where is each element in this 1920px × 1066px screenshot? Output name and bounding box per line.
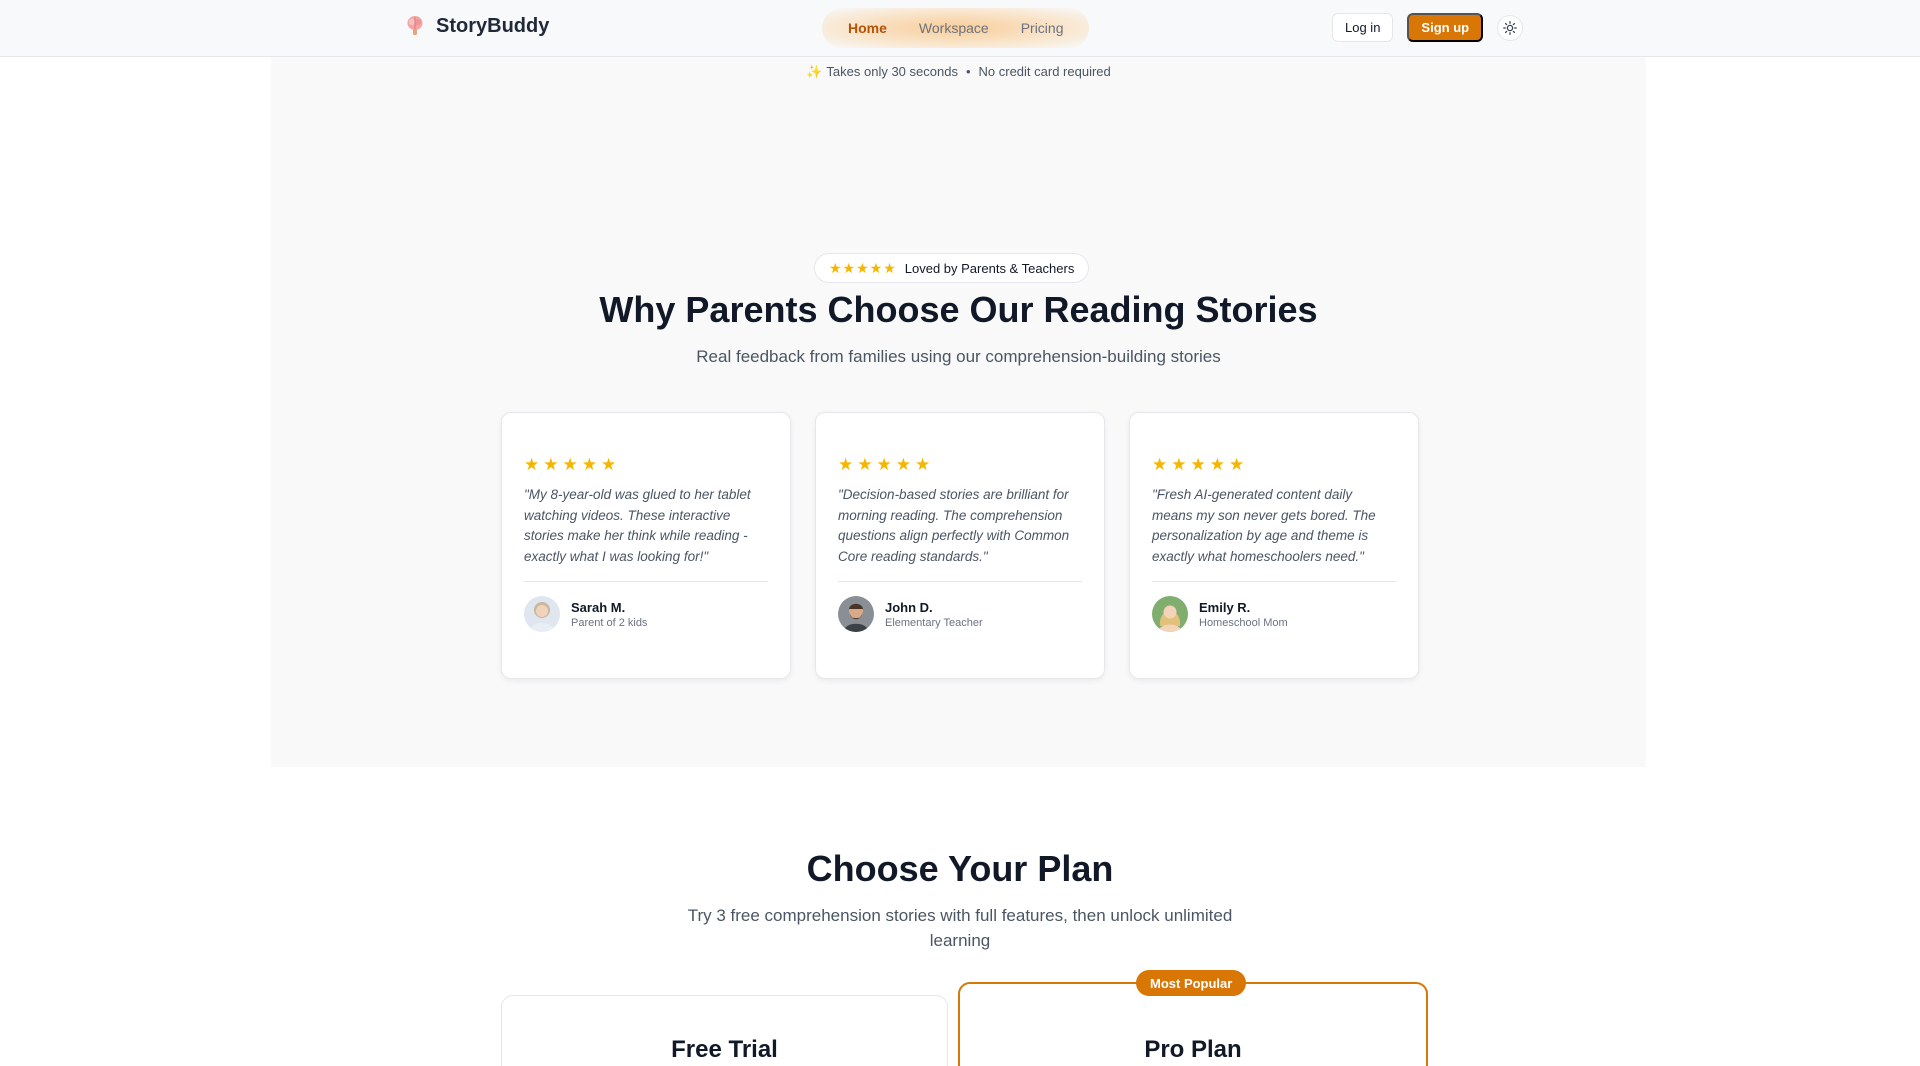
top-navbar: StoryBuddy Home Workspace Pricing Log in… — [0, 0, 1920, 57]
testimonials-title: Why Parents Choose Our Reading Stories — [599, 289, 1318, 330]
testimonial-card: ★★★★★ "Decision-based stories are brilli… — [815, 412, 1105, 679]
nav-home[interactable]: Home — [832, 20, 903, 36]
plan-name: Free Trial — [671, 1036, 778, 1063]
avatar — [1152, 596, 1188, 632]
star-rating-icons: ★★★★★ — [838, 455, 935, 474]
nav-workspace[interactable]: Workspace — [903, 20, 1005, 36]
nav-pricing[interactable]: Pricing — [1005, 20, 1080, 36]
signup-button[interactable]: Sign up — [1407, 13, 1484, 42]
most-popular-badge: Most Popular — [1136, 970, 1247, 996]
testimonials-section: ✨ Takes only 30 seconds • No credit card re… — [271, 57, 1646, 767]
star-rating-icons: ★★★★★ — [524, 455, 621, 474]
testimonial-cards: ★★★★★ "My 8-year-old was glued to her ta… — [501, 412, 1419, 679]
plan-card-pro: Most Popular Pro Plan — [958, 970, 1428, 1066]
star-rating-icons: ★★★★★ — [829, 259, 897, 276]
divider — [838, 581, 1082, 582]
rating-badge: ★★★★★ Loved by Parents & Teachers — [814, 253, 1090, 283]
sun-icon — [1503, 20, 1517, 35]
badge-text: Loved by Parents & Teachers — [904, 260, 1075, 276]
testimonial-card: ★★★★★ "My 8-year-old was glued to her ta… — [501, 412, 791, 679]
testimonial-author: Sarah M. Parent of 2 kids — [524, 596, 768, 632]
avatar — [838, 596, 874, 632]
author-role: Elementary Teacher — [885, 616, 983, 629]
note-text-2: No credit card required — [978, 64, 1111, 79]
note-separator: • — [965, 64, 971, 79]
header-actions: Log in Sign up — [1332, 13, 1524, 42]
brain-logo-icon — [407, 16, 423, 35]
testimonial-quote: "Decision-based stories are brilliant fo… — [838, 487, 1070, 564]
brand-name: StoryBuddy — [436, 14, 550, 37]
pricing-title: Choose Your Plan — [806, 848, 1114, 889]
theme-toggle-button[interactable] — [1497, 14, 1524, 41]
author-role: Homeschool Mom — [1199, 616, 1288, 629]
divider — [524, 581, 768, 582]
avatar — [524, 596, 560, 632]
testimonials-subtitle: Real feedback from families using our co… — [696, 347, 1221, 366]
testimonial-quote: "Fresh AI-generated content daily means … — [1152, 487, 1376, 564]
brand[interactable]: StoryBuddy — [404, 14, 549, 38]
author-role: Parent of 2 kids — [571, 616, 648, 629]
author-name: Emily R. — [1199, 599, 1251, 615]
testimonial-quote: "My 8-year-old was glued to her tablet w… — [524, 487, 751, 564]
star-rating-icons: ★★★★★ — [1152, 455, 1249, 474]
signup-note: ✨ Takes only 30 seconds • No credit card re… — [271, 64, 1646, 80]
sparkle-icon: ✨ — [806, 64, 823, 79]
testimonial-author: John D. Elementary Teacher — [838, 596, 1082, 632]
plan-card-free: Free Trial — [501, 995, 948, 1066]
author-name: John D. — [885, 599, 933, 615]
main-nav: Home Workspace Pricing — [822, 8, 1090, 48]
login-button[interactable]: Log in — [1332, 13, 1394, 42]
testimonial-card: ★★★★★ "Fresh AI-generated content daily … — [1129, 412, 1419, 679]
pricing-subtitle: Try 3 free comprehension stories with fu… — [687, 906, 1233, 950]
divider — [1152, 581, 1396, 582]
testimonial-author: Emily R. Homeschool Mom — [1152, 596, 1396, 632]
plan-name: Pro Plan — [1144, 1036, 1242, 1063]
author-name: Sarah M. — [571, 599, 626, 615]
note-text-1: Takes only 30 seconds — [826, 64, 958, 79]
